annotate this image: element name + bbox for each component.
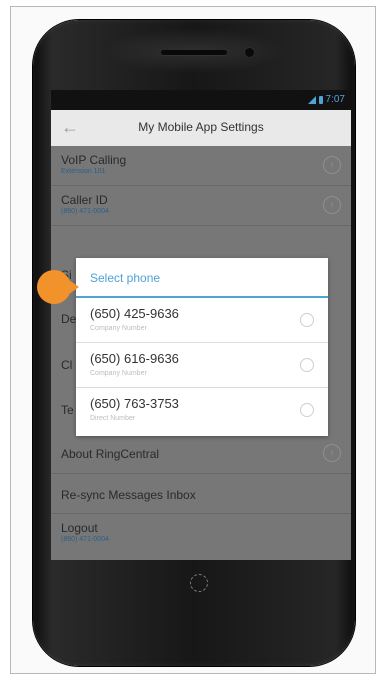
phone-speaker [161, 50, 227, 55]
phone-number: (650) 763-3753 [90, 396, 179, 411]
setting-resync[interactable]: Re-sync Messages Inbox [51, 474, 351, 514]
phone-type: Direct Number [90, 415, 136, 422]
setting-voip-calling[interactable]: VoIP Calling Extension 101 › [51, 146, 351, 186]
setting-logout[interactable]: Logout (860) 471-0004 [51, 514, 351, 554]
radio-button[interactable] [300, 313, 314, 327]
setting-caller-id[interactable]: Caller ID (860) 471-0004 › [51, 186, 351, 226]
status-icons: 7:07 [307, 94, 345, 105]
phone-number: (650) 425-9636 [90, 306, 179, 321]
phone-option[interactable]: (650) 425-9636 Company Number [76, 298, 328, 343]
status-time: 7:07 [325, 94, 345, 105]
radio-button[interactable] [300, 358, 314, 372]
status-bar: 7:07 [51, 90, 351, 110]
chevron-right-icon: › [323, 444, 341, 462]
obscured-setting-label: Cl [61, 358, 73, 372]
setting-about[interactable]: About RingCentral › [51, 434, 351, 474]
chevron-right-icon: › [323, 156, 341, 174]
obscured-setting-label: De [61, 312, 77, 326]
home-button-icon[interactable] [190, 574, 208, 592]
phone-type: Company Number [90, 325, 147, 332]
phone-option[interactable]: (650) 616-9636 Company Number [76, 343, 328, 388]
setting-label: Logout [61, 521, 98, 535]
phone-type: Company Number [90, 370, 147, 377]
battery-icon [318, 95, 323, 104]
front-camera [245, 48, 254, 57]
chevron-right-icon: › [323, 196, 341, 214]
phone-number: (650) 616-9636 [90, 351, 179, 366]
setting-sub: (860) 471-0004 [61, 208, 109, 215]
page-title: My Mobile App Settings [138, 120, 264, 134]
select-phone-dialog: Select phone (650) 425-9636 Company Numb… [76, 258, 328, 436]
setting-label: Caller ID [61, 193, 108, 207]
setting-sub: Extension 101 [61, 168, 106, 175]
setting-sub: (860) 471-0004 [61, 536, 109, 543]
signal-icon [307, 95, 316, 104]
phone-screen: 7:07 ← My Mobile App Settings VoIP Calli… [51, 90, 351, 560]
dialog-title: Select phone [76, 258, 328, 298]
obscured-setting-label: Te [61, 403, 74, 417]
app-bar: ← My Mobile App Settings [51, 110, 351, 146]
setting-label: About RingCentral [61, 447, 160, 461]
setting-label: VoIP Calling [61, 153, 127, 167]
phone-option[interactable]: (650) 763-3753 Direct Number [76, 388, 328, 433]
callout-marker-icon [37, 270, 79, 304]
setting-label: Re-sync Messages Inbox [61, 488, 196, 502]
radio-button[interactable] [300, 403, 314, 417]
